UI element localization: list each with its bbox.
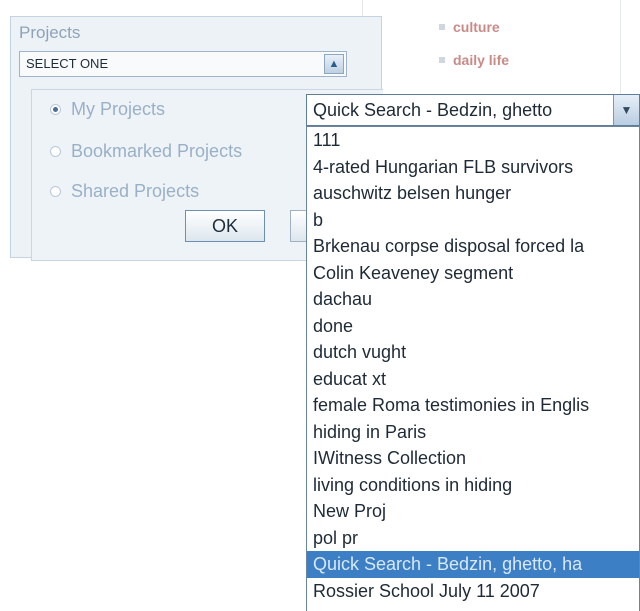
bullet-icon bbox=[439, 24, 445, 30]
quick-search-select[interactable]: Quick Search - Bedzin, ghetto ▼ bbox=[306, 94, 640, 126]
chevron-down-icon[interactable]: ▼ bbox=[613, 95, 639, 125]
dropdown-option[interactable]: 111 bbox=[307, 127, 639, 154]
quick-search-select-value: Quick Search - Bedzin, ghetto bbox=[313, 100, 553, 120]
panel-title: Projects bbox=[19, 23, 81, 42]
radio-label: My Projects bbox=[71, 98, 166, 119]
radio-shared-projects[interactable]: Shared Projects bbox=[50, 178, 199, 204]
radio-bookmarked-projects[interactable]: Bookmarked Projects bbox=[50, 138, 242, 164]
dropdown-option[interactable]: female Roma testimonies in Englis bbox=[307, 392, 639, 419]
project-select-value: SELECT ONE bbox=[26, 56, 109, 71]
dropdown-option[interactable]: educat xt bbox=[307, 366, 639, 393]
radio-my-projects[interactable]: My Projects bbox=[50, 96, 165, 122]
project-dropdown-list: 111 4-rated Hungarian FLB survivors auschw… bbox=[306, 126, 640, 611]
radio-label: Bookmarked Projects bbox=[71, 140, 243, 161]
dropdown-option[interactable]: New Proj bbox=[307, 498, 639, 525]
dropdown-option[interactable]: Rossier School July 11 2007 bbox=[307, 578, 639, 605]
radio-label: Shared Projects bbox=[71, 180, 200, 201]
tag-link-daily-life[interactable]: daily life bbox=[453, 52, 509, 68]
dropdown-option[interactable]: 4-rated Hungarian FLB survivors bbox=[307, 154, 639, 181]
dropdown-option[interactable]: auschwitz belsen hunger bbox=[307, 180, 639, 207]
bullet-icon bbox=[439, 57, 445, 63]
dropdown-option[interactable]: Colin Keaveney segment bbox=[307, 260, 639, 287]
dropdown-option[interactable]: Quick Search - Bedzin, ghetto, ha bbox=[307, 551, 639, 578]
dropdown-option[interactable]: living conditions in hiding bbox=[307, 472, 639, 499]
chevron-up-icon[interactable]: ▲ bbox=[324, 54, 344, 74]
dropdown-option[interactable]: b bbox=[307, 207, 639, 234]
dropdown-option[interactable]: pol pr bbox=[307, 525, 639, 552]
dropdown-option[interactable]: IWitness Collection bbox=[307, 445, 639, 472]
radio-button-icon[interactable] bbox=[50, 145, 61, 157]
radio-button-icon[interactable] bbox=[50, 185, 61, 197]
dropdown-option[interactable]: hiding in Paris bbox=[307, 419, 639, 446]
dropdown-option[interactable]: Brkenau corpse disposal forced la bbox=[307, 233, 639, 260]
radio-button-icon[interactable] bbox=[50, 103, 61, 115]
dropdown-option[interactable]: done bbox=[307, 313, 639, 340]
tag-link-culture[interactable]: culture bbox=[453, 19, 500, 35]
ok-button[interactable]: OK bbox=[185, 210, 265, 242]
dropdown-option[interactable]: dachau bbox=[307, 286, 639, 313]
project-select[interactable]: SELECT ONE ▲ bbox=[19, 51, 347, 77]
dropdown-option[interactable]: dutch vught bbox=[307, 339, 639, 366]
